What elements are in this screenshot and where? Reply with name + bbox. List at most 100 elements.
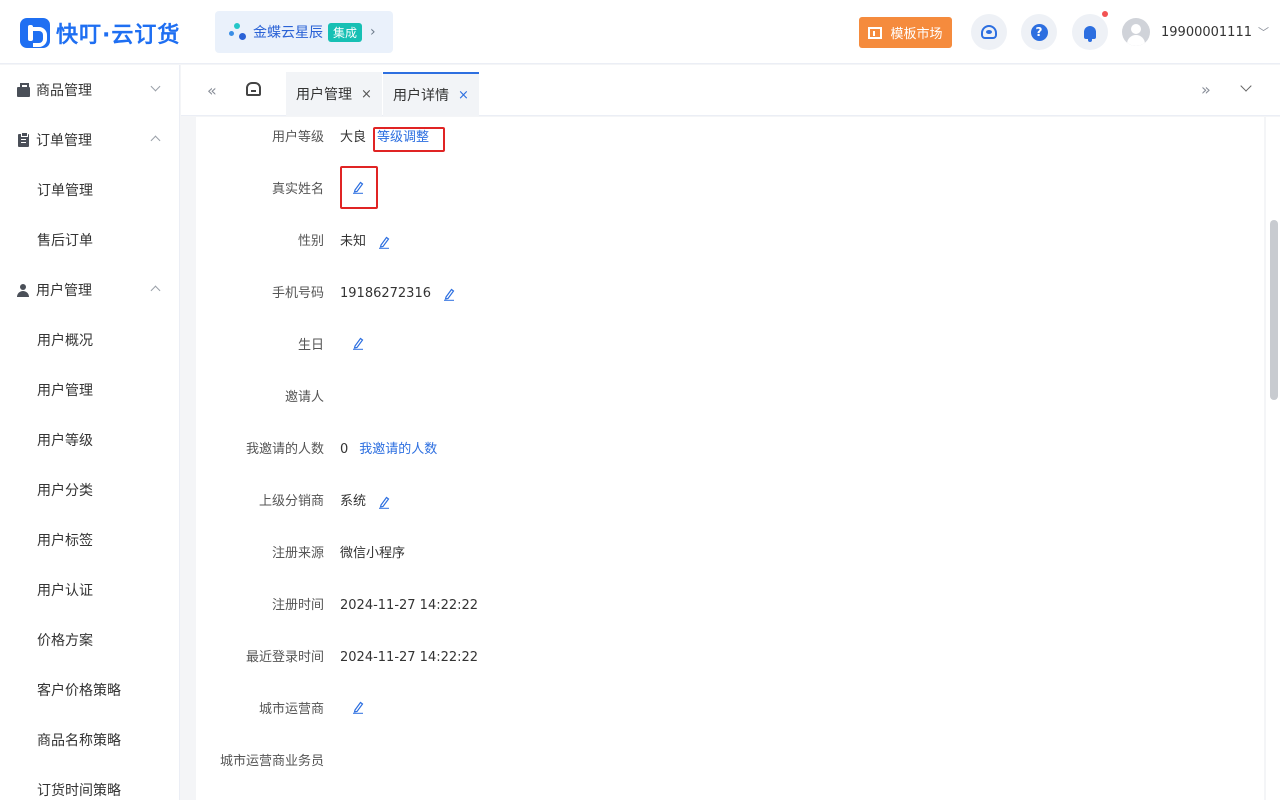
kingdee-integration-button[interactable]: 金蝶云星辰 集成 › (215, 11, 393, 53)
chevron-right-icon: › (370, 24, 376, 40)
tab-user-detail[interactable]: 用户详情 × (383, 72, 479, 116)
level-adjust-link[interactable]: 等级调整 (377, 128, 429, 148)
field-phone: 手机号码 19186272316 (196, 284, 1264, 336)
tabs-prev-icon[interactable]: « (207, 81, 217, 100)
sidebar-group-products[interactable]: 商品管理 (0, 65, 179, 115)
scrollbar-thumb[interactable] (1270, 220, 1278, 400)
field-label: 注册来源 (271, 546, 324, 561)
invited-count-value: 0 (340, 442, 349, 457)
field-label: 上级分销商 (258, 494, 324, 509)
help-button[interactable]: ? (1021, 14, 1057, 50)
sidebar-item-user-level[interactable]: 用户等级 (0, 415, 179, 465)
field-birthday: 生日 (196, 336, 1264, 388)
sidebar-item-order-time-strategy[interactable]: 订货时间策略 (0, 765, 179, 800)
last-login-value: 2024-11-27 14:22:22 (340, 650, 479, 665)
chevron-up-icon (150, 285, 161, 296)
field-parent-distributor: 上级分销商 系统 (196, 492, 1264, 544)
field-invited-count: 我邀请的人数 0 我邀请的人数 (196, 440, 1264, 492)
chevron-down-icon: ﹀ (1257, 26, 1269, 39)
sidebar-item-user-tags[interactable]: 用户标签 (0, 515, 179, 565)
logo-icon (20, 18, 50, 48)
close-icon[interactable]: × (361, 87, 372, 102)
field-label: 真实姓名 (271, 182, 324, 197)
sidebar-group-label: 商品管理 (36, 83, 92, 99)
field-label: 性别 (297, 234, 324, 249)
sidebar-group-label: 订单管理 (36, 133, 92, 149)
sidebar-item-user-category[interactable]: 用户分类 (0, 465, 179, 515)
sidebar-item-user-verification[interactable]: 用户认证 (0, 565, 179, 615)
register-source-value: 微信小程序 (340, 546, 406, 561)
sidebar-item-product-name-strategy[interactable]: 商品名称策略 (0, 715, 179, 765)
field-label: 注册时间 (271, 598, 324, 613)
sidebar-group-label: 用户管理 (36, 283, 92, 299)
tab-bar: « 用户管理 × 用户详情 × » (181, 65, 1280, 116)
field-label: 用户等级 (271, 130, 324, 145)
field-real-name: 真实姓名 (196, 180, 1264, 232)
field-city-operator: 城市运营商 (196, 700, 1264, 752)
sidebar-item-orders[interactable]: 订单管理 (0, 165, 179, 215)
sidebar-group-orders[interactable]: 订单管理 (0, 115, 179, 165)
logo-text: 快叮·云订货 (56, 23, 181, 48)
app-logo[interactable]: 快叮·云订货 (20, 17, 180, 49)
kingdee-logo-icon (229, 21, 247, 43)
clipboard-icon (17, 131, 29, 147)
field-inviter: 邀请人 (196, 388, 1264, 440)
edit-pencil-icon[interactable] (352, 180, 364, 194)
template-market-label: 模板市场 (890, 27, 943, 42)
sidebar-item-after-sales[interactable]: 售后订单 (0, 215, 179, 265)
notification-dot (1102, 11, 1108, 17)
user-menu[interactable]: 19900001111 ﹀ (1122, 18, 1269, 46)
field-user-level: 用户等级 大良 等级调整 (196, 128, 1264, 180)
field-label: 城市运营商 (258, 702, 324, 717)
tab-label: 用户管理 (296, 87, 352, 103)
tabs-next-icon[interactable]: » (1201, 80, 1211, 99)
shopping-bag-icon (16, 82, 30, 97)
field-label: 最近登录时间 (245, 650, 324, 665)
sidebar-item-user-overview[interactable]: 用户概况 (0, 315, 179, 365)
user-detail-panel: 用户等级 大良 等级调整 真实姓名 性别 未知 手机号码 19186272316… (196, 117, 1264, 800)
field-label: 我邀请的人数 (245, 442, 324, 457)
avatar (1122, 18, 1150, 46)
edit-pencil-icon[interactable] (378, 495, 390, 509)
support-icon (981, 25, 997, 39)
register-time-value: 2024-11-27 14:22:22 (340, 598, 479, 613)
integration-name: 金蝶云星辰 (253, 25, 323, 41)
support-button[interactable] (971, 14, 1007, 50)
sidebar-item-customer-price-strategy[interactable]: 客户价格策略 (0, 665, 179, 715)
field-city-operator-staff: 城市运营商业务员 (196, 752, 1264, 800)
field-label: 城市运营商业务员 (219, 754, 324, 769)
username: 19900001111 (1161, 24, 1252, 40)
template-market-button[interactable]: 模板市场 (859, 17, 952, 48)
integration-tag: 集成 (328, 22, 363, 42)
sidebar: 商品管理 订单管理 订单管理 售后订单 用户管理 用户概况 用户管理 用户等级 … (0, 65, 180, 800)
edit-pencil-icon[interactable] (352, 336, 364, 350)
field-register-time: 注册时间 2024-11-27 14:22:22 (196, 596, 1264, 648)
tabs-menu-chevron-icon[interactable] (1240, 80, 1252, 92)
edit-pencil-icon[interactable] (378, 235, 390, 249)
tab-user-management[interactable]: 用户管理 × (286, 72, 382, 116)
edit-pencil-icon[interactable] (352, 700, 364, 714)
gender-value: 未知 (340, 234, 367, 249)
field-gender: 性别 未知 (196, 232, 1264, 284)
field-label: 生日 (297, 338, 324, 353)
field-register-source: 注册来源 微信小程序 (196, 544, 1264, 596)
sidebar-item-user-management[interactable]: 用户管理 (0, 365, 179, 415)
user-level-value: 大良 (340, 130, 367, 145)
sidebar-item-price-plan[interactable]: 价格方案 (0, 615, 179, 665)
chevron-down-icon (150, 81, 161, 92)
field-last-login: 最近登录时间 2024-11-27 14:22:22 (196, 648, 1264, 700)
invited-users-link[interactable]: 我邀请的人数 (359, 440, 437, 460)
field-label: 手机号码 (271, 286, 324, 301)
phone-value: 19186272316 (340, 286, 431, 301)
home-icon[interactable] (246, 82, 261, 96)
edit-pencil-icon[interactable] (443, 287, 455, 301)
tab-label: 用户详情 (393, 88, 449, 104)
sidebar-group-users[interactable]: 用户管理 (0, 265, 179, 315)
notification-button[interactable] (1072, 14, 1108, 50)
person-icon (17, 283, 29, 297)
top-header: 快叮·云订货 金蝶云星辰 集成 › 模板市场 ? 19900001111 ﹀ (0, 0, 1280, 64)
template-icon (868, 26, 883, 39)
close-icon[interactable]: × (458, 88, 469, 103)
bell-icon (1084, 25, 1096, 42)
help-icon: ? (1030, 23, 1048, 41)
